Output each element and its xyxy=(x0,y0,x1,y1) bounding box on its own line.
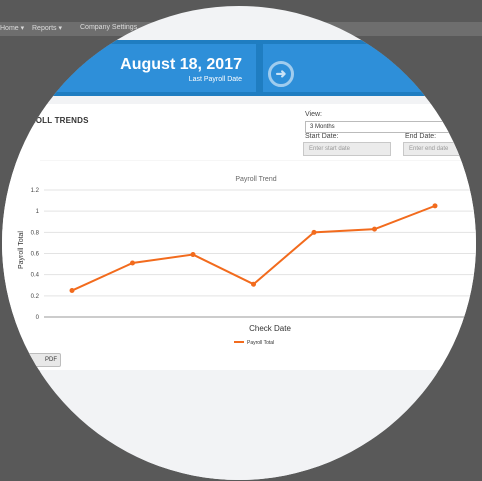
arrow-right-icon[interactable]: ➜ xyxy=(268,61,294,87)
section-title: PAYROLL TRENDS xyxy=(14,116,89,125)
y-tick-label: 0.6 xyxy=(31,252,40,258)
last-payroll-caption: Last Payroll Date xyxy=(188,76,242,83)
y-axis-label: Payroll Total xyxy=(18,231,25,269)
y-tick-label: 0 xyxy=(36,315,40,321)
export-pdf-button[interactable]: PDF xyxy=(10,353,61,367)
payroll-trend-chart: Payroll Trend 0 0.2 0.4 0.6 0.8 1 1.2 Check Da… xyxy=(18,160,476,346)
data-point[interactable] xyxy=(372,226,377,232)
y-tick-label: 1 xyxy=(36,209,40,215)
series-line xyxy=(71,204,436,292)
data-point[interactable] xyxy=(69,288,75,294)
dashboard: August 18, 2017 Last Payroll Date ➜ PAYR… xyxy=(2,6,476,480)
view-select[interactable]: 3 Months xyxy=(305,121,476,133)
end-date-label: End Date: xyxy=(405,133,437,140)
start-date-input[interactable]: Enter start date xyxy=(303,142,391,156)
y-tick-label: 1.2 xyxy=(31,188,40,194)
data-point[interactable] xyxy=(130,260,135,266)
last-payroll-date: August 18, 2017 xyxy=(120,56,242,73)
y-tick-label: 0.8 xyxy=(31,230,40,236)
chart-title: Payroll Trend xyxy=(235,176,276,183)
view-label: View: xyxy=(305,111,322,118)
x-axis-label: Check Date xyxy=(249,324,291,333)
y-tick-label: 0.2 xyxy=(31,294,40,300)
magnifier-lens: August 18, 2017 Last Payroll Date ➜ PAYR… xyxy=(2,6,476,480)
data-point[interactable] xyxy=(311,229,317,235)
legend-label: Payroll Total xyxy=(247,340,274,346)
data-point[interactable] xyxy=(251,281,256,287)
data-point[interactable] xyxy=(190,252,196,258)
end-date-input[interactable]: Enter end date xyxy=(403,142,476,156)
start-date-label: Start Date: xyxy=(305,133,339,140)
page-footer-area xyxy=(2,372,476,480)
y-tick-label: 0.4 xyxy=(31,273,40,279)
data-point[interactable] xyxy=(432,203,438,209)
last-payroll-card: August 18, 2017 Last Payroll Date xyxy=(2,44,256,92)
run-payroll-card[interactable]: ➜ xyxy=(263,44,476,92)
